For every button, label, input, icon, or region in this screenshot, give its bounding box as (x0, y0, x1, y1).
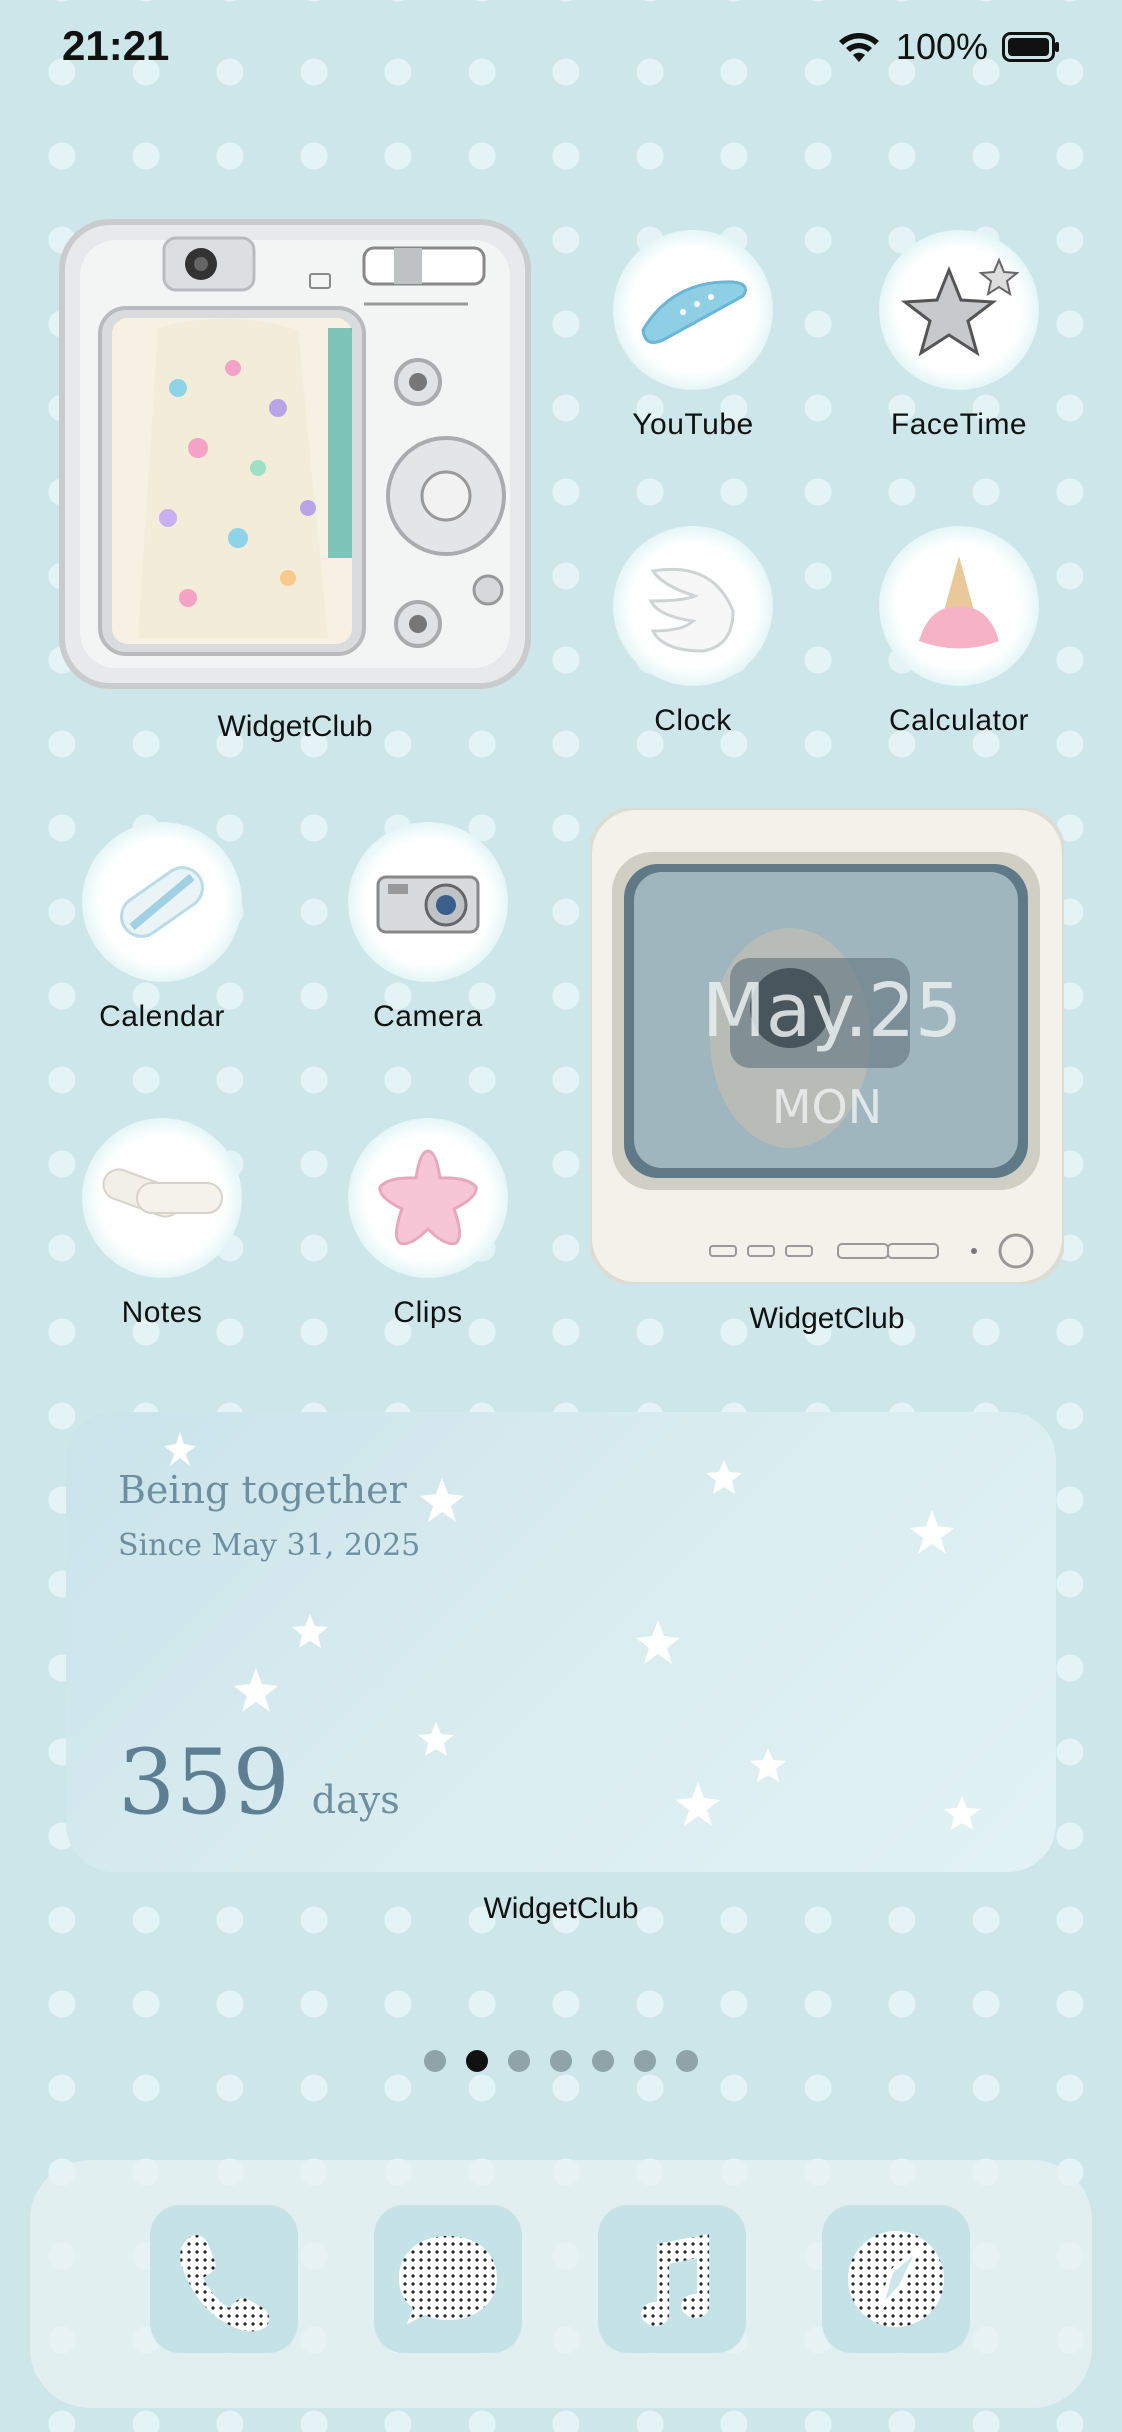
page-dot[interactable] (508, 2050, 530, 2072)
app-calendar[interactable]: Calendar (52, 822, 272, 1034)
messages-icon (399, 2236, 497, 2324)
app-clock[interactable]: Clock (583, 526, 803, 738)
app-notes[interactable]: Notes (52, 1118, 272, 1330)
app-label: FaceTime (890, 408, 1028, 441)
camera-widget[interactable] (58, 218, 532, 690)
page-indicator[interactable] (0, 2050, 1122, 2072)
page-dot[interactable] (634, 2050, 656, 2072)
together-widget-label: WidgetClub (483, 1892, 639, 1925)
retro-camera-image (59, 219, 531, 689)
chrome-star-icon (879, 230, 1039, 390)
status-time: 21:21 (62, 22, 170, 69)
status-bar: 21:21 100% (0, 0, 1122, 100)
app-facetime[interactable]: FaceTime (849, 230, 1069, 442)
app-label: Clips (393, 1296, 463, 1329)
camera-icon (348, 822, 508, 982)
battery-percent: 100% (895, 26, 988, 67)
ice-cream-icon (879, 526, 1039, 686)
together-widget[interactable]: Being together Since May 31, 2025 359 da… (66, 1412, 1056, 1872)
dock-phone[interactable] (150, 2205, 298, 2353)
app-label: Calculator (888, 704, 1030, 737)
bandage-icon (82, 1118, 242, 1278)
hairclip-icon (613, 230, 773, 390)
marshmallow-icon (82, 822, 242, 982)
phone-icon (180, 2235, 270, 2332)
app-youtube[interactable]: YouTube (583, 230, 803, 442)
wing-icon (613, 526, 773, 686)
app-label: Notes (121, 1296, 203, 1329)
status-right: 100% (836, 26, 1060, 68)
dock (30, 2160, 1092, 2408)
together-since: Since May 31, 2025 (118, 1528, 421, 1563)
pink-star-icon (348, 1118, 508, 1278)
dock-music[interactable] (598, 2205, 746, 2353)
app-camera[interactable]: Camera (318, 822, 538, 1034)
tv-widget[interactable]: May.25 MON (588, 806, 1066, 1286)
page-dot[interactable] (424, 2050, 446, 2072)
tv-date: May.25 (702, 968, 963, 1054)
together-count: 359 (118, 1730, 290, 1835)
together-unit: days (311, 1778, 400, 1822)
app-label: Camera (373, 1000, 483, 1033)
page-dot[interactable] (550, 2050, 572, 2072)
dock-messages[interactable] (374, 2205, 522, 2353)
app-label: Calendar (99, 1000, 225, 1033)
page-dot-active[interactable] (466, 2050, 488, 2072)
safari-icon (848, 2231, 944, 2327)
camera-widget-label: WidgetClub (217, 710, 373, 743)
tv-widget-label: WidgetClub (749, 1302, 905, 1335)
dock-safari[interactable] (822, 2205, 970, 2353)
app-clips[interactable]: Clips (318, 1118, 538, 1330)
battery-icon (1002, 32, 1059, 62)
app-label: YouTube (632, 408, 754, 441)
page-dot[interactable] (676, 2050, 698, 2072)
page-dot[interactable] (592, 2050, 614, 2072)
app-label: Clock (654, 704, 732, 737)
tv-day: MON (771, 1080, 883, 1134)
app-calculator[interactable]: Calculator (849, 526, 1069, 738)
together-title: Being together (118, 1468, 407, 1512)
together-count-row: 359 days (118, 1730, 400, 1835)
music-icon (641, 2234, 710, 2326)
wifi-icon (838, 33, 879, 62)
